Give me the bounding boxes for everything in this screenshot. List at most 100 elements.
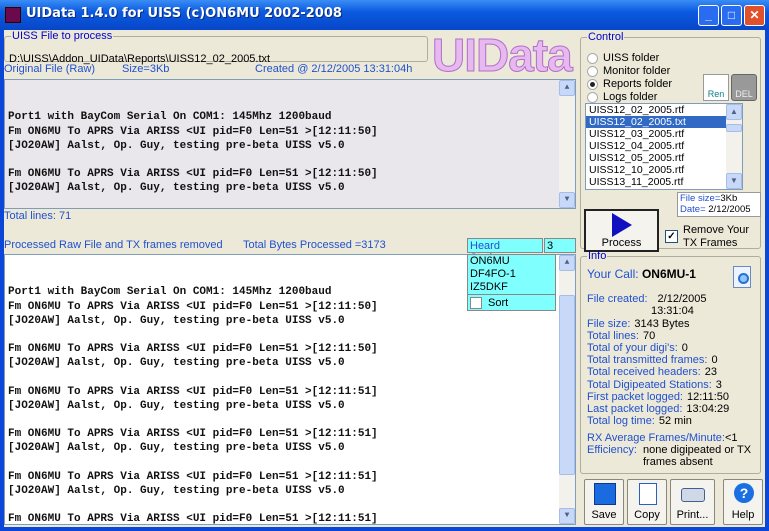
info-value: 0 bbox=[681, 342, 688, 355]
file-list-item[interactable]: UISS12_03_2005.rtf bbox=[586, 128, 727, 140]
heard-station[interactable]: ON6MU bbox=[470, 255, 553, 268]
scroll-down-icon[interactable]: ▼ bbox=[559, 192, 575, 208]
scroll-up-icon[interactable]: ▲ bbox=[726, 104, 742, 120]
file-info-box: File size=3Kb Date= 2/12/2005 bbox=[677, 192, 761, 217]
folder-radio-label: Monitor folder bbox=[603, 65, 671, 77]
scroll-down-icon[interactable]: ▼ bbox=[726, 173, 742, 189]
printer-icon bbox=[681, 488, 705, 502]
info-key: Total transmitted frames: bbox=[587, 354, 708, 367]
folder-radio-label: UISS folder bbox=[603, 52, 660, 64]
info-row: Total lines: 70 bbox=[587, 330, 762, 342]
folder-radio[interactable] bbox=[587, 53, 598, 64]
scroll-thumb[interactable] bbox=[559, 295, 575, 475]
file-list-item[interactable]: UISS12_02_2005.rtf bbox=[586, 104, 727, 116]
print-button[interactable]: Print... bbox=[670, 479, 715, 525]
copy-icon bbox=[639, 483, 657, 505]
text-line: [JO20AW] Aalst, Op. Guy, testing pre-bet… bbox=[8, 399, 345, 412]
search-file-icon[interactable] bbox=[733, 266, 751, 289]
scroll-thumb[interactable] bbox=[726, 124, 742, 132]
file-list-item[interactable]: UISS12_10_2005.rtf bbox=[586, 164, 727, 176]
file-list-item[interactable]: UISS13_11_2005.rtf bbox=[586, 176, 727, 188]
info-row: File created: 2/12/2005 bbox=[587, 293, 762, 305]
help-label: Help bbox=[731, 509, 755, 521]
rx-avg-value: <1 bbox=[724, 432, 738, 445]
title-bar: UIData 1.4.0 for UISS (c)ON6MU 2002-2008… bbox=[0, 0, 769, 30]
file-date-label: Date= bbox=[680, 204, 706, 215]
info-row: Total of your digi's: 0 bbox=[587, 342, 762, 354]
file-list-item[interactable]: UISS12_02_2005.txt bbox=[586, 116, 727, 128]
rename-button[interactable]: Ren bbox=[703, 74, 729, 101]
close-button[interactable]: ✕ bbox=[744, 5, 765, 26]
folder-radio[interactable] bbox=[587, 79, 598, 90]
text-line: Port1 with BayCom Serial On COM1: 145Mhz… bbox=[8, 111, 332, 124]
heard-station[interactable]: IZ5DKF bbox=[470, 281, 553, 294]
processed-label: Processed Raw File and TX frames removed bbox=[4, 239, 223, 251]
info-value: 3143 Bytes bbox=[634, 317, 690, 330]
text-line: [JO20AW] Aalst, Op. Guy, testing pre-bet… bbox=[8, 139, 345, 152]
remove-tx-label: Remove Your TX Frames bbox=[683, 224, 750, 249]
copy-button[interactable]: Copy bbox=[627, 479, 667, 525]
file-group: UISS File to process D:\UISS\Addon_UIDat… bbox=[4, 30, 428, 65]
info-key: File size: bbox=[587, 317, 631, 330]
file-list-item[interactable]: UISS12_05_2005.rtf bbox=[586, 152, 727, 164]
processed-text: Port1 with BayCom Serial On COM1: 145Mhz… bbox=[8, 285, 572, 525]
info-row: Total log time: 52 min bbox=[587, 415, 762, 427]
file-list-item[interactable]: UISS12_04_2005.rtf bbox=[586, 140, 727, 152]
folder-radio[interactable] bbox=[587, 92, 598, 103]
text-line: Fm ON6MU To APRS Via ARISS <UI pid=F0 Le… bbox=[8, 513, 378, 525]
text-line: [JO20AW] Aalst, Op. Guy, testing pre-bet… bbox=[8, 357, 345, 370]
raw-text-area[interactable]: Port1 with BayCom Serial On COM1: 145Mhz… bbox=[4, 79, 576, 209]
text-line bbox=[8, 456, 572, 470]
efficiency-value: none digipeated or TX frames absent bbox=[643, 444, 752, 469]
sort-label: Sort bbox=[488, 297, 509, 309]
info-value: 23 bbox=[704, 366, 717, 379]
remove-tx-checkbox[interactable]: ✓ bbox=[665, 230, 678, 243]
heard-stations-list[interactable]: ON6MU DF4FO-1 IZ5DKF bbox=[467, 254, 556, 295]
info-value: 52 min bbox=[658, 415, 692, 428]
file-list[interactable]: UISS12_02_2005.rtf UISS12_02_2005.txt UISS… bbox=[585, 103, 743, 190]
sort-checkbox[interactable] bbox=[470, 297, 482, 309]
window-title: UIData 1.4.0 for UISS (c)ON6MU 2002-2008 bbox=[26, 6, 342, 21]
info-key: Total Digipeated Stations: bbox=[587, 378, 712, 391]
uidata-logo: UIData bbox=[432, 29, 574, 82]
info-row: First packet logged: 12:11:50 bbox=[587, 391, 762, 403]
text-line: [JO20AW] Aalst, Op. Guy, testing pre-bet… bbox=[8, 485, 345, 498]
scroll-up-icon[interactable]: ▲ bbox=[559, 255, 575, 271]
processed-scrollbar[interactable]: ▲ ▼ bbox=[559, 255, 575, 524]
sort-checkbox-row[interactable]: Sort bbox=[467, 294, 556, 311]
save-label: Save bbox=[591, 509, 617, 521]
efficiency-label: Efficiency: bbox=[587, 444, 637, 457]
your-call-value: ON6MU-1 bbox=[641, 267, 696, 282]
text-line bbox=[8, 196, 572, 208]
info-value: 0 bbox=[711, 354, 718, 367]
info-group: Info Your Call: ON6MU-1 File created: 2/1… bbox=[580, 250, 761, 474]
raw-scrollbar[interactable]: ▲ ▼ bbox=[559, 80, 575, 208]
scroll-down-icon[interactable]: ▼ bbox=[559, 508, 575, 524]
info-value: 2/12/2005 bbox=[657, 293, 707, 306]
text-line: Fm ON6MU To APRS Via ARISS <UI pid=F0 Le… bbox=[8, 125, 378, 138]
help-button[interactable]: ? Help bbox=[723, 479, 763, 525]
file-list-scrollbar[interactable]: ▲ ▼ bbox=[726, 104, 742, 189]
print-label: Print... bbox=[676, 509, 709, 521]
file-size-value: 3Kb bbox=[720, 193, 738, 204]
save-button[interactable]: Save bbox=[584, 479, 624, 525]
rx-avg-label: RX Average Frames/Minute: bbox=[587, 432, 725, 445]
minimize-button[interactable]: _ bbox=[698, 5, 719, 26]
process-button[interactable]: Process bbox=[584, 209, 659, 252]
text-line: [JO20AW] Aalst, Op. Guy, testing pre-bet… bbox=[8, 442, 345, 455]
app-icon bbox=[5, 7, 21, 23]
processed-bytes: Total Bytes Processed =3173 bbox=[243, 239, 386, 251]
info-value: 13:04:29 bbox=[686, 403, 730, 416]
info-row: Total transmitted frames: 0 bbox=[587, 354, 762, 366]
maximize-button[interactable]: □ bbox=[721, 5, 742, 26]
text-line: Fm ON6MU To APRS Via ARISS <UI pid=F0 Le… bbox=[8, 168, 378, 181]
folder-radio[interactable] bbox=[587, 66, 598, 77]
scroll-up-icon[interactable]: ▲ bbox=[559, 80, 575, 96]
raw-size: Size=3Kb bbox=[122, 63, 170, 75]
text-line bbox=[8, 153, 572, 167]
info-key: Total lines: bbox=[587, 329, 639, 342]
delete-button[interactable]: DEL bbox=[731, 74, 757, 101]
info-key: Total log time: bbox=[587, 415, 655, 428]
heard-station[interactable]: DF4FO-1 bbox=[470, 268, 553, 281]
info-key: Last packet logged: bbox=[587, 403, 683, 416]
